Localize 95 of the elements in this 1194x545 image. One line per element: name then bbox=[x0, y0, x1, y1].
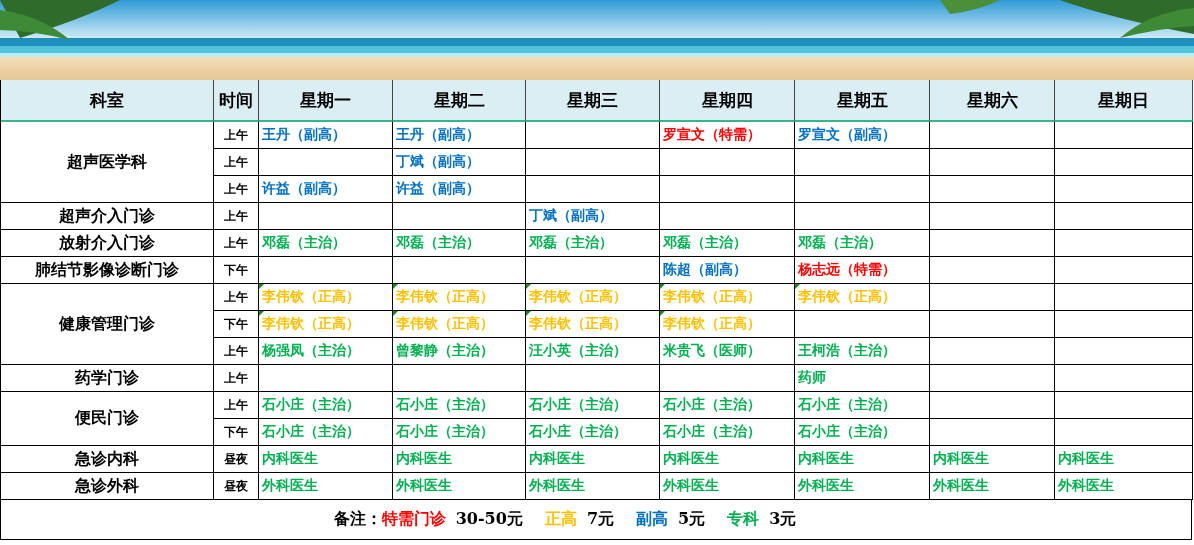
doctor-cell: 李伟钦（正高） bbox=[795, 284, 930, 311]
doctor-cell: 药师 bbox=[795, 365, 930, 392]
doctor-cell: 石小庄（主治） bbox=[259, 419, 393, 446]
department-cell: 健康管理门诊 bbox=[1, 284, 214, 365]
doctor-cell: 李伟钦（正高） bbox=[393, 311, 526, 338]
department-cell: 便民门诊 bbox=[1, 392, 214, 446]
column-header: 星期五 bbox=[795, 80, 930, 122]
time-cell: 上午 bbox=[214, 284, 259, 311]
note-text: 副高 bbox=[636, 509, 668, 530]
time-cell: 上午 bbox=[214, 338, 259, 365]
time-cell: 上午 bbox=[214, 122, 259, 149]
doctor-cell: 曾黎静（主治） bbox=[393, 338, 526, 365]
doctor-cell: 罗宣文（副高） bbox=[795, 122, 930, 149]
doctor-cell: 李伟钦（正高） bbox=[259, 311, 393, 338]
department-cell: 放射介入门诊 bbox=[1, 230, 214, 257]
time-cell: 上午 bbox=[214, 230, 259, 257]
doctor-cell: 邓磊（主治） bbox=[795, 230, 930, 257]
note-text: 专科 bbox=[727, 509, 760, 530]
doctor-cell: 石小庄（主治） bbox=[526, 392, 660, 419]
doctor-cell: 内科医生 bbox=[660, 446, 795, 473]
doctor-cell: 内科医生 bbox=[526, 446, 660, 473]
doctor-cell: 罗宣文（特需） bbox=[660, 122, 795, 149]
column-header: 星期四 bbox=[660, 80, 795, 122]
doctor-cell: 外科医生 bbox=[930, 473, 1055, 500]
time-cell: 下午 bbox=[214, 257, 259, 284]
note-text: 7元 bbox=[586, 509, 614, 530]
time-cell: 上午 bbox=[214, 365, 259, 392]
doctor-cell: 杨志远（特需） bbox=[795, 257, 930, 284]
doctor-cell: 杨强凤（主治） bbox=[259, 338, 393, 365]
doctor-cell: 内科医生 bbox=[795, 446, 930, 473]
department-cell: 超声医学科 bbox=[1, 122, 214, 203]
doctor-cell: 内科医生 bbox=[930, 446, 1055, 473]
note-text: 正高 bbox=[544, 509, 577, 530]
doctor-cell: 王丹（副高） bbox=[393, 122, 526, 149]
doctor-cell: 陈超（副高） bbox=[660, 257, 795, 284]
doctor-cell: 外科医生 bbox=[660, 473, 795, 500]
column-header: 时间 bbox=[214, 80, 259, 122]
doctor-cell: 石小庄（主治） bbox=[795, 419, 930, 446]
doctor-cell: 邓磊（主治） bbox=[259, 230, 393, 257]
doctor-cell: 石小庄（主治） bbox=[393, 419, 526, 446]
doctor-cell: 李伟钦（正高） bbox=[526, 311, 660, 338]
doctor-cell: 石小庄（主治） bbox=[526, 419, 660, 446]
doctor-cell: 邓磊（主治） bbox=[660, 230, 795, 257]
doctor-cell: 石小庄（主治） bbox=[393, 392, 526, 419]
column-header: 星期日 bbox=[1055, 80, 1193, 122]
doctor-cell: 丁斌（副高） bbox=[526, 203, 660, 230]
doctor-cell: 外科医生 bbox=[259, 473, 393, 500]
column-header: 星期一 bbox=[259, 80, 393, 122]
column-header: 星期六 bbox=[930, 80, 1055, 122]
doctor-cell: 邓磊（主治） bbox=[393, 230, 526, 257]
time-cell: 上午 bbox=[214, 176, 259, 203]
doctor-cell: 石小庄（主治） bbox=[259, 392, 393, 419]
department-cell: 药学门诊 bbox=[1, 365, 214, 392]
doctor-cell: 李伟钦（正高） bbox=[526, 284, 660, 311]
column-header: 星期三 bbox=[526, 80, 660, 122]
doctor-cell: 外科医生 bbox=[393, 473, 526, 500]
time-cell: 上午 bbox=[214, 392, 259, 419]
column-header: 星期二 bbox=[393, 80, 526, 122]
note-text: 备注： bbox=[333, 509, 382, 530]
column-header: 科室 bbox=[1, 80, 214, 122]
time-cell: 上午 bbox=[214, 203, 259, 230]
doctor-cell: 李伟钦（正高） bbox=[393, 284, 526, 311]
doctor-cell: 外科医生 bbox=[795, 473, 930, 500]
department-cell: 肺结节影像诊断门诊 bbox=[1, 257, 214, 284]
doctor-cell: 许益（副高） bbox=[393, 176, 526, 203]
doctor-cell: 米贵飞（医师） bbox=[660, 338, 795, 365]
time-cell: 昼夜 bbox=[214, 473, 259, 500]
note-text: 特需门诊 bbox=[381, 509, 446, 530]
doctor-cell: 内科医生 bbox=[393, 446, 526, 473]
note-text: 3元 bbox=[769, 509, 797, 530]
note-text: 30-50元 bbox=[455, 509, 523, 530]
doctor-cell: 内科医生 bbox=[1055, 446, 1193, 473]
doctor-cell: 许益（副高） bbox=[259, 176, 393, 203]
doctor-cell: 石小庄（主治） bbox=[795, 392, 930, 419]
doctor-cell: 石小庄（主治） bbox=[660, 392, 795, 419]
doctor-cell: 丁斌（副高） bbox=[393, 149, 526, 176]
department-cell: 急诊外科 bbox=[1, 473, 214, 500]
doctor-cell: 石小庄（主治） bbox=[660, 419, 795, 446]
doctor-cell: 李伟钦（正高） bbox=[660, 284, 795, 311]
time-cell: 昼夜 bbox=[214, 446, 259, 473]
doctor-cell: 外科医生 bbox=[1055, 473, 1193, 500]
time-cell: 下午 bbox=[214, 419, 259, 446]
doctor-cell: 王柯浩（主治） bbox=[795, 338, 930, 365]
doctor-cell: 外科医生 bbox=[526, 473, 660, 500]
doctor-cell: 王丹（副高） bbox=[259, 122, 393, 149]
department-cell: 超声介入门诊 bbox=[1, 203, 214, 230]
note-text: 5元 bbox=[678, 509, 706, 530]
doctor-cell: 汪小英（主治） bbox=[526, 338, 660, 365]
doctor-cell: 邓磊（主治） bbox=[526, 230, 660, 257]
doctor-cell: 李伟钦（正高） bbox=[660, 311, 795, 338]
time-cell: 上午 bbox=[214, 149, 259, 176]
department-cell: 急诊内科 bbox=[1, 446, 214, 473]
doctor-cell: 李伟钦（正高） bbox=[259, 284, 393, 311]
doctor-cell: 内科医生 bbox=[259, 446, 393, 473]
time-cell: 下午 bbox=[214, 311, 259, 338]
